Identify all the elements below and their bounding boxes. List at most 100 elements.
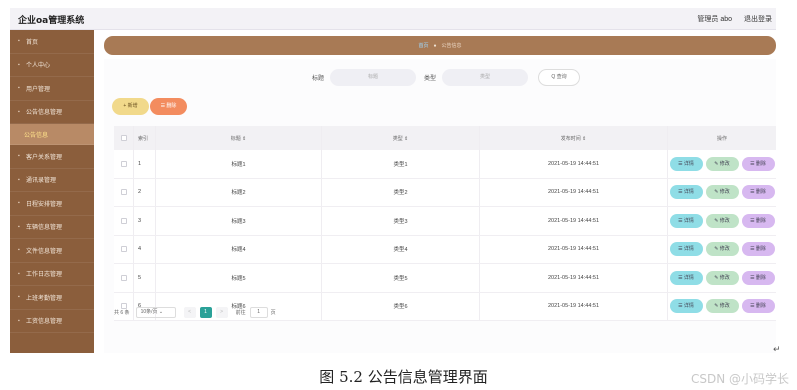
calendar-icon: ▪ xyxy=(18,200,20,207)
sidebar: ▪ 首页 ▪ 个人中心 ▪ 用户管理 ▪ 公告信息管理 公告信息 ▪ 客户关系管理 ▪ 通讯… xyxy=(10,30,94,353)
page-unit-label: 页 xyxy=(270,309,276,316)
add-button[interactable]: + 新增 xyxy=(112,98,149,115)
page-number[interactable]: 1 xyxy=(199,306,212,318)
content-panel: 标题 标题 类型 类型 Q 查询 + 新增 ☰ 删除 索引 标题 ⇕ 类型 ⇕ … xyxy=(104,59,776,353)
breadcrumb-current: 公告信息 xyxy=(441,43,462,49)
delete-button[interactable]: ☰ 删除 xyxy=(741,299,775,314)
delete-button[interactable]: ☰ 删除 xyxy=(741,242,775,257)
notice-icon: ▪ xyxy=(18,108,20,115)
sidebar-item-notice[interactable]: 公告信息 xyxy=(10,124,94,145)
sidebar-item-contacts[interactable]: ▪ 通讯录管理 xyxy=(10,169,94,192)
edit-button[interactable]: ✎ 修改 xyxy=(705,299,739,314)
row-title: 标题4 xyxy=(156,235,322,263)
sidebar-item-worklog[interactable]: ▪ 工作日志管理 xyxy=(10,263,94,286)
detail-button[interactable]: ☰ 详情 xyxy=(669,213,703,228)
table-row: 4 标题4 类型4 2021-05-19 14:44:51 ☰ 详情 ✎ 修改 ☰ 删除 xyxy=(114,235,776,264)
sidebar-item-attendance[interactable]: ▪ 上班考勤管理 xyxy=(10,286,94,310)
paragraph-mark: ↵ xyxy=(773,344,781,354)
row-actions: ☰ 详情 ✎ 修改 ☰ 删除 xyxy=(668,207,776,235)
row-index: 3 xyxy=(134,207,156,235)
edit-button[interactable]: ✎ 修改 xyxy=(705,242,739,257)
delete-button[interactable]: ☰ 删除 xyxy=(741,213,775,228)
sidebar-item-salary[interactable]: ▪ 工资信息管理 xyxy=(10,310,94,333)
type-label: 类型 xyxy=(424,76,437,82)
delete-button[interactable]: ☰ 删除 xyxy=(741,185,775,200)
goto-input[interactable]: 1 xyxy=(249,306,268,318)
row-checkbox[interactable] xyxy=(120,246,127,253)
row-actions: ☰ 详情 ✎ 修改 ☰ 删除 xyxy=(668,179,776,207)
header-time[interactable]: 发布时间 ⇕ xyxy=(480,126,668,150)
file-icon: ▪ xyxy=(18,247,20,254)
detail-button[interactable]: ☰ 详情 xyxy=(669,270,703,285)
delete-button[interactable]: ☰ 删除 xyxy=(741,156,775,171)
table-row: 3 标题3 类型3 2021-05-19 14:44:51 ☰ 详情 ✎ 修改 ☰ 删除 xyxy=(114,207,776,236)
notice-table: 索引 标题 ⇕ 类型 ⇕ 发布时间 ⇕ 操作 1 标题1 类型1 2021-05-19… xyxy=(114,126,776,321)
header-ops: 操作 xyxy=(716,135,727,142)
batch-delete-button[interactable]: ☰ 删除 xyxy=(150,98,187,115)
header-title[interactable]: 标题 ⇕ xyxy=(156,126,322,150)
row-checkbox[interactable] xyxy=(120,189,127,196)
sidebar-item-vehicles[interactable]: ▪ 车辆信息管理 xyxy=(10,216,94,239)
table-row: 2 标题2 类型2 2021-05-19 14:44:51 ☰ 详情 ✎ 修改 ☰ 删除 xyxy=(114,178,776,207)
table-body: 1 标题1 类型1 2021-05-19 14:44:51 ☰ 详情 ✎ 修改 ☰ 删除 2 标… xyxy=(114,150,776,321)
log-icon: ▪ xyxy=(18,270,20,277)
sidebar-item-profile[interactable]: ▪ 个人中心 xyxy=(10,54,94,77)
row-checkbox[interactable] xyxy=(120,274,127,281)
sidebar-item-users[interactable]: ▪ 用户管理 xyxy=(10,77,94,101)
detail-button[interactable]: ☰ 详情 xyxy=(669,156,703,171)
sidebar-item-home[interactable]: ▪ 首页 xyxy=(10,30,94,54)
row-title: 标题3 xyxy=(156,207,322,235)
row-time: 2021-05-19 14:44:51 xyxy=(480,235,668,263)
main-content: 首页 ● 公告信息 标题 标题 类型 类型 Q 查询 + 新增 ☰ 删除 索引 xyxy=(94,30,776,353)
select-all-checkbox[interactable] xyxy=(120,135,127,141)
breadcrumb-separator: ● xyxy=(433,42,437,49)
header-type[interactable]: 类型 ⇕ xyxy=(322,126,480,150)
app-title: 企业oa管理系统 xyxy=(18,16,85,26)
detail-button[interactable]: ☰ 详情 xyxy=(669,242,703,257)
row-type: 类型4 xyxy=(322,235,480,263)
edit-button[interactable]: ✎ 修改 xyxy=(705,270,739,285)
goto-label: 前往 xyxy=(235,309,246,316)
row-type: 类型2 xyxy=(322,178,480,206)
top-right: 管理员 abo 退出登录 xyxy=(687,14,772,24)
sidebar-item-notice-mgmt[interactable]: ▪ 公告信息管理 xyxy=(10,101,94,124)
breadcrumb: 首页 ● 公告信息 xyxy=(104,36,776,55)
search-button[interactable]: Q 查询 xyxy=(538,69,580,86)
row-time: 2021-05-19 14:44:51 xyxy=(480,207,668,235)
row-actions: ☰ 详情 ✎ 修改 ☰ 删除 xyxy=(668,236,776,264)
next-page-button[interactable]: > xyxy=(215,306,228,318)
table-row: 1 标题1 类型1 2021-05-19 14:44:51 ☰ 详情 ✎ 修改 ☰ 删除 xyxy=(114,150,776,179)
home-icon: ▪ xyxy=(18,38,20,45)
edit-button[interactable]: ✎ 修改 xyxy=(705,156,739,171)
edit-button[interactable]: ✎ 修改 xyxy=(705,185,739,200)
title-input[interactable]: 标题 xyxy=(330,69,416,86)
row-actions: ☰ 详情 ✎ 修改 ☰ 删除 xyxy=(668,293,776,321)
edit-button[interactable]: ✎ 修改 xyxy=(705,213,739,228)
pagination: 共 6 条 10条/页 ⌄ < 1 > 前往 1 页 xyxy=(114,305,276,319)
detail-button[interactable]: ☰ 详情 xyxy=(669,185,703,200)
row-time: 2021-05-19 14:44:51 xyxy=(480,264,668,292)
detail-button[interactable]: ☰ 详情 xyxy=(669,299,703,314)
delete-button[interactable]: ☰ 删除 xyxy=(741,270,775,285)
car-icon: ▪ xyxy=(18,223,20,230)
row-index: 2 xyxy=(134,178,156,206)
logout-link[interactable]: 退出登录 xyxy=(744,16,772,23)
table-header: 索引 标题 ⇕ 类型 ⇕ 发布时间 ⇕ 操作 xyxy=(114,126,776,150)
sidebar-item-files[interactable]: ▪ 文件信息管理 xyxy=(10,239,94,263)
row-checkbox[interactable] xyxy=(120,160,127,167)
row-checkbox[interactable] xyxy=(120,217,127,224)
sidebar-item-clients[interactable]: ▪ 客户关系管理 xyxy=(10,145,94,169)
figure-caption: 图 5.2 公告信息管理界面 xyxy=(319,368,488,386)
row-index: 4 xyxy=(134,235,156,263)
row-index: 5 xyxy=(134,264,156,292)
row-index: 1 xyxy=(134,150,156,178)
user-role-label: 管理员 abo xyxy=(697,16,733,23)
sidebar-item-schedule[interactable]: ▪ 日程安排管理 xyxy=(10,192,94,216)
prev-page-button[interactable]: < xyxy=(183,306,196,318)
breadcrumb-home[interactable]: 首页 xyxy=(418,42,428,49)
users-icon: ▪ xyxy=(18,85,20,92)
row-type: 类型3 xyxy=(322,207,480,235)
page-size-select[interactable]: 10条/页 ⌄ xyxy=(135,306,176,318)
row-title: 标题1 xyxy=(156,150,322,178)
type-input[interactable]: 类型 xyxy=(442,69,528,86)
